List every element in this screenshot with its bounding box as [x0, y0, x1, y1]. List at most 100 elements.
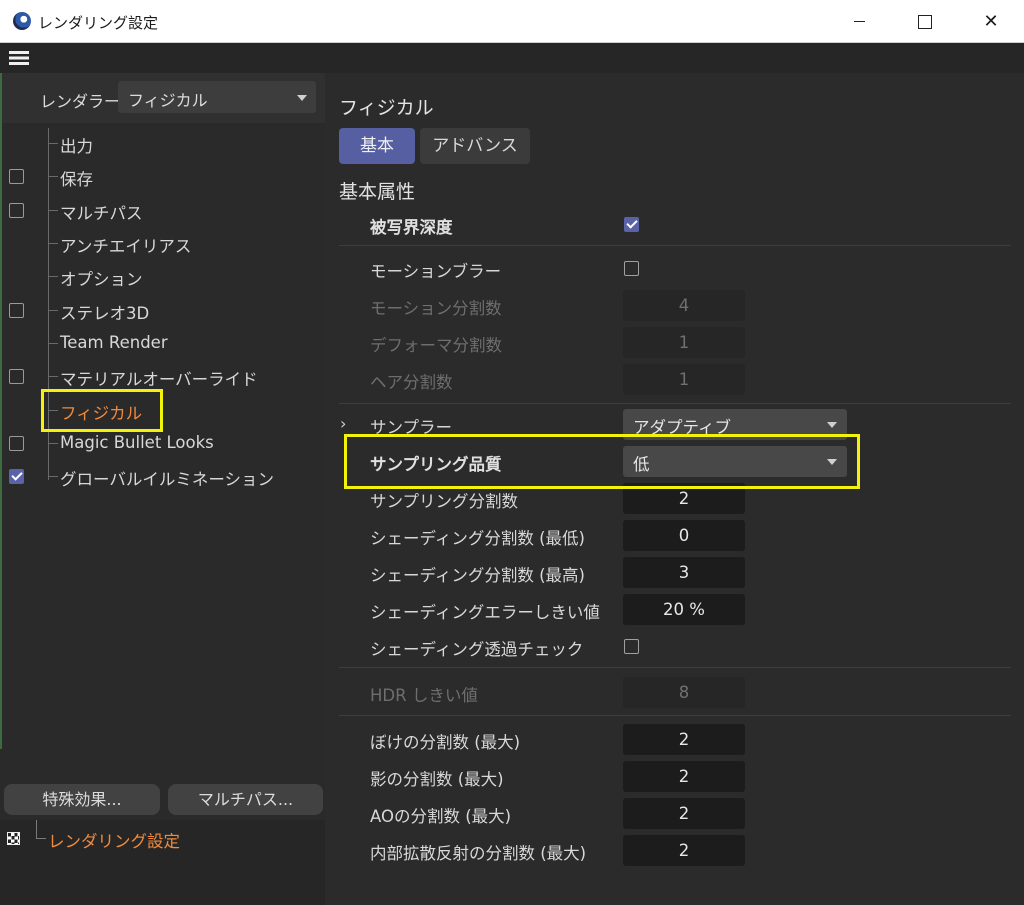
row-label: シェーディング分割数 (最高) [370, 566, 585, 585]
render-settings-item[interactable]: レンダリング設定 [48, 828, 180, 852]
tree-item-label: 出力 [60, 137, 93, 156]
menu-bar [0, 43, 1024, 73]
shading-subdivisions-min-field[interactable]: 0 [623, 520, 745, 551]
deformation-subdivisions-field: 1 [623, 327, 745, 358]
section-title: 基本属性 [339, 181, 416, 203]
left-button-bar: 特殊効果... マルチパス... [0, 780, 325, 820]
tree-item-label: マテリアルオーバーライド [60, 370, 258, 389]
shading-transparency-checkbox[interactable] [624, 639, 639, 654]
hair-subdivisions-field: 1 [623, 364, 745, 395]
shadow-subdivisions-max-field[interactable]: 2 [623, 761, 745, 792]
blur-subdivisions-max-field[interactable]: 2 [623, 724, 745, 755]
row-hair-subdivisions: ヘア分割数 1 [325, 361, 1024, 398]
row-label: シェーディングエラーしきい値 [370, 603, 600, 622]
title-bar: レンダリング設定 ✕ [0, 0, 1024, 43]
separator [339, 715, 1011, 716]
row-sss-subdivisions-max: 内部拡散反射の分割数 (最大) 2 [325, 832, 1024, 869]
row-label: 影の分割数 (最大) [370, 770, 504, 789]
row-label: 内部拡散反射の分割数 (最大) [370, 844, 587, 863]
highlight-box-physical [41, 389, 163, 432]
depth-of-field-checkbox[interactable] [624, 217, 639, 232]
tree-item-label: ステレオ3D [60, 304, 150, 323]
multipass-button[interactable]: マルチパス... [168, 784, 323, 815]
separator [339, 667, 1011, 668]
close-button[interactable]: ✕ [958, 0, 1024, 43]
tab-advanced[interactable]: アドバンス [420, 128, 530, 164]
row-label: ヘア分割数 [370, 373, 453, 392]
ao-subdivisions-max-field[interactable]: 2 [623, 798, 745, 829]
row-label: ぼけの分割数 (最大) [370, 733, 521, 752]
effects-button[interactable]: 特殊効果... [4, 784, 160, 815]
tree-item-global-illumination[interactable]: グローバルイルミネーション [0, 460, 325, 493]
tree-item-label: 保存 [60, 170, 93, 189]
row-blur-subdivisions-max: ぼけの分割数 (最大) 2 [325, 721, 1024, 758]
tree-item-options[interactable]: オプション [0, 260, 325, 293]
motion-subdivisions-field: 4 [623, 290, 745, 321]
tree-item-antialiasing[interactable]: アンチエイリアス [0, 227, 325, 260]
row-ao-subdivisions-max: AOの分割数 (最大) 2 [325, 795, 1024, 832]
tree-item-label: マルチパス [60, 204, 143, 223]
shading-subdivisions-max-field[interactable]: 3 [623, 557, 745, 588]
row-deformation-subdivisions: デフォーマ分割数 1 [325, 324, 1024, 361]
tree-item-checkbox[interactable] [9, 169, 24, 184]
row-label: モーション分割数 [370, 299, 502, 318]
left-panel: レンダラー フィジカル 出力 保存 マルチパス アンチエイリアス オプション ス… [0, 73, 325, 905]
row-label: デフォーマ分割数 [370, 336, 502, 355]
chevron-down-icon [827, 422, 837, 428]
chevron-down-icon [297, 95, 307, 101]
row-label: シェーディング透過チェック [370, 640, 584, 659]
tree-item-label: グローバルイルミネーション [60, 470, 275, 489]
row-shadow-subdivisions-max: 影の分割数 (最大) 2 [325, 758, 1024, 795]
tree-item-stereo3d[interactable]: ステレオ3D [0, 294, 325, 327]
row-shading-transparency-check: シェーディング透過チェック [325, 628, 1024, 665]
tree-item-checkbox[interactable] [9, 469, 24, 484]
panel-title: フィジカル [339, 97, 434, 119]
hdr-threshold-field: 8 [623, 677, 745, 708]
row-hdr-threshold: HDR しきい値 8 [325, 674, 1024, 711]
renderer-select[interactable]: フィジカル [118, 81, 316, 113]
row-shading-subdivisions-max: シェーディング分割数 (最高) 3 [325, 554, 1024, 591]
highlight-box-sampling-quality [344, 434, 860, 489]
tree-item-multipass[interactable]: マルチパス [0, 194, 325, 227]
physical-settings-panel: フィジカル 基本 アドバンス 基本属性 被写界深度 モーションブラー モーション… [325, 73, 1024, 905]
renderer-bar: レンダラー フィジカル [0, 73, 325, 123]
row-shading-error-threshold: シェーディングエラーしきい値 20 % [325, 591, 1024, 628]
cinema4d-app-icon [13, 12, 31, 30]
row-depth-of-field: 被写界深度 [325, 206, 1024, 243]
tree-item-label: オプション [60, 270, 143, 289]
tree-item-checkbox[interactable] [9, 436, 24, 451]
row-label: モーションブラー [370, 262, 502, 281]
row-label: シェーディング分割数 (最低) [370, 529, 585, 548]
window-title: レンダリング設定 [38, 14, 159, 32]
tree-item-output[interactable]: 出力 [0, 127, 325, 160]
tree-item-label: Team Render [60, 333, 168, 352]
tree-item-checkbox[interactable] [9, 303, 24, 318]
minimize-button[interactable] [826, 0, 892, 43]
tab-basic[interactable]: 基本 [339, 128, 415, 164]
renderer-select-value: フィジカル [128, 91, 208, 110]
sss-subdivisions-max-field[interactable]: 2 [623, 835, 745, 866]
shading-error-threshold-field[interactable]: 20 % [623, 594, 745, 625]
motion-blur-checkbox[interactable] [624, 261, 639, 276]
tree-item-checkbox[interactable] [9, 203, 24, 218]
row-shading-subdivisions-min: シェーディング分割数 (最低) 0 [325, 517, 1024, 554]
renderer-label: レンダラー [40, 92, 121, 111]
row-label: サンプリング分割数 [370, 492, 519, 511]
row-label: 被写界深度 [370, 218, 453, 237]
row-label: AOの分割数 (最大) [370, 807, 512, 826]
row-motion-subdivisions: モーション分割数 4 [325, 287, 1024, 324]
tree-item-save[interactable]: 保存 [0, 160, 325, 193]
tree-item-team-render[interactable]: Team Render [0, 327, 325, 360]
row-motion-blur: モーションブラー [325, 250, 1024, 287]
tree-item-label: Magic Bullet Looks [60, 433, 214, 452]
hamburger-menu-icon[interactable] [9, 51, 29, 65]
chevron-right-icon[interactable]: › [340, 414, 346, 433]
render-settings-list: レンダリング設定 [0, 820, 325, 905]
separator [339, 403, 1011, 404]
maximize-button[interactable] [892, 0, 958, 43]
tree-item-label: アンチエイリアス [60, 237, 192, 256]
separator [339, 245, 1011, 246]
tree-item-checkbox[interactable] [9, 369, 24, 384]
row-label: HDR しきい値 [370, 686, 478, 705]
render-settings-icon [7, 832, 20, 845]
